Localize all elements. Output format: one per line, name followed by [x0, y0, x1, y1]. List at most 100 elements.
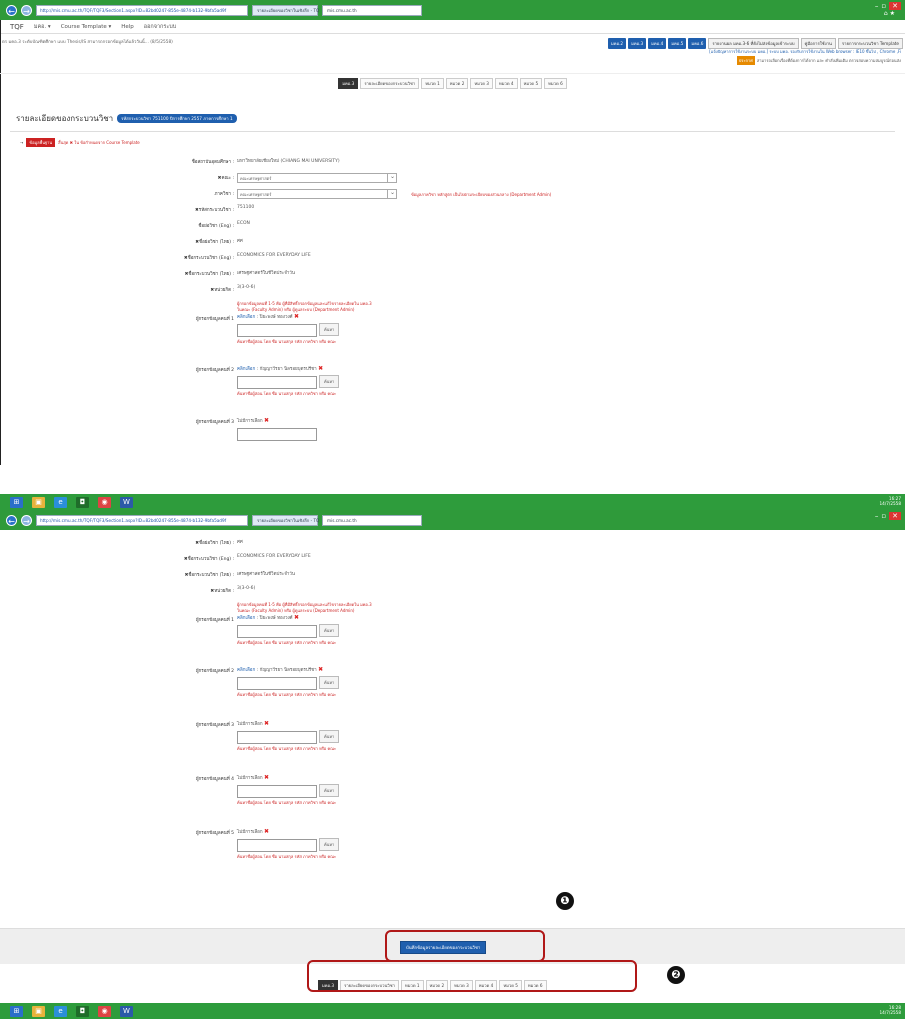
app-menubar: TQF มคอ. ▾ Course Template ▾ Help ออกจาก… [0, 20, 905, 34]
start-icon[interactable]: ⊞ [10, 496, 23, 508]
dept-select[interactable]: คณะเศรษฐศาสตร์ [237, 189, 397, 199]
forward-icon[interactable]: → [21, 514, 32, 526]
tab-section-3[interactable]: หมวด 3 [470, 77, 493, 89]
back-icon[interactable]: ← [6, 514, 17, 526]
menu-item-logout[interactable]: ออกจากระบบ [144, 23, 176, 31]
value-name-eng: ECONOMICS FOR EVERYDAY LIFE [237, 554, 311, 559]
row-credit: ✖หน่วยกิต : 3(3-0-6) [0, 586, 905, 596]
value-name-th: เศรษฐศาสตร์ในชีวิตประจำวัน [237, 572, 295, 577]
notice-row: ประกาศ สามารถเลือกเรื่องที่ต้องการได้จาก… [736, 56, 901, 65]
start-icon[interactable]: ⊞ [10, 1005, 23, 1017]
tqf3-button[interactable]: มคอ.3 [628, 38, 647, 49]
remove-icon[interactable]: ✖ [294, 614, 299, 621]
forward-icon[interactable]: → [21, 4, 32, 16]
menu-item-tqf[interactable]: มคอ. ▾ [34, 23, 51, 31]
tab-course-detail[interactable]: รายละเอียดของกระบวนวิชา [360, 77, 420, 89]
instructor-search-input-3[interactable] [237, 731, 317, 744]
row-abbr-th: ✖ชื่อย่อวิชา (ไทย) : ศศ [0, 237, 905, 247]
row-faculty: ✖คณะ : คณะเศรษฐศาสตร์ [0, 173, 905, 183]
instructor-search-input-1[interactable] [237, 324, 317, 337]
maximize-icon[interactable]: ▫ [881, 512, 886, 520]
instructor-search-input-2[interactable] [237, 376, 317, 389]
app-logo[interactable]: TQF [10, 23, 24, 31]
app-icon[interactable]: ◘ [76, 1005, 89, 1017]
page-title: รายละเอียดของกระบวนวิชา [16, 114, 114, 123]
status-tags: → ข้อมูลพื้นฐาน สิ้นสุด ✖ ใน ข้อกำหนดจาก… [20, 138, 905, 147]
word-icon[interactable]: W [120, 496, 133, 508]
label-abbr-th: ✖ชื่อย่อวิชา (ไทย) : [195, 240, 234, 245]
tqf6-button[interactable]: มคอ.6 [688, 38, 707, 49]
tab-section-4[interactable]: หมวด 4 [494, 77, 518, 89]
minimize-icon[interactable]: – [875, 512, 879, 520]
chrome-icon[interactable]: ◉ [98, 496, 111, 508]
address-bar[interactable]: http://mis.cmu.ac.th/TQF/TQF3/Section1.a… [36, 4, 248, 16]
remove-icon[interactable]: ✖ [318, 666, 323, 673]
browser-tab-1[interactable]: รายละเอียดของวิชาในเชิงลึก - TQ [252, 4, 319, 16]
remove-icon[interactable]: ✖ [264, 828, 269, 835]
app-icon[interactable]: ◘ [76, 496, 89, 508]
search-button-2[interactable]: ค้นหา [319, 375, 340, 388]
value-code: 751100 [237, 205, 255, 210]
search-button-2[interactable]: ค้นหา [319, 676, 340, 689]
search-button-3[interactable]: ค้นหา [319, 730, 340, 743]
tab-section-5[interactable]: หมวด 5 [519, 77, 543, 89]
instructor-search-input-1[interactable] [237, 625, 317, 638]
address-bar[interactable]: http://mis.cmu.ac.th/TQF/TQF3/Section1.a… [36, 514, 248, 526]
tab-section-1[interactable]: หมวด 1 [421, 77, 444, 89]
row-instructor-3: ผู้กรอกข้อมูลคนที่ 3 ไม่มีการเลือก ✖ ค้น… [0, 720, 905, 768]
label-name-eng: ✖ชื่อกระบวนวิชา (Eng) : [183, 256, 234, 261]
back-icon[interactable]: ← [6, 4, 17, 16]
instructor-search-input-5[interactable] [237, 839, 317, 852]
explorer-icon[interactable]: ▣ [32, 1005, 45, 1017]
remove-icon[interactable]: ✖ [318, 365, 323, 372]
tab-tqf3[interactable]: มคอ.3 [338, 77, 359, 89]
search-button-1[interactable]: ค้นหา [319, 323, 340, 336]
system-clock: 16:28 14/7/2558 [879, 1005, 901, 1015]
remove-icon[interactable]: ✖ [264, 774, 269, 781]
row-instructor-2: ผู้กรอกข้อมูลคนที่ 2 คลิกเลือก : กัญญาวี… [0, 365, 905, 411]
window-controls: – ▫ ✕ [875, 2, 901, 10]
search-hint-4: ค้นหาชื่อผู้สอน โดย ชื่อ นามสกุล รหัส ภา… [237, 800, 337, 805]
instructor-search-input-3[interactable] [237, 428, 317, 441]
menu-item-help[interactable]: Help [121, 24, 134, 30]
menu-item-course-template[interactable]: Course Template ▾ [61, 24, 112, 30]
instructor-search-input-4[interactable] [237, 785, 317, 798]
maximize-icon[interactable]: ▫ [881, 2, 886, 10]
instructor-search-input-2[interactable] [237, 677, 317, 690]
remove-icon[interactable]: ✖ [264, 720, 269, 727]
word-icon[interactable]: W [120, 1005, 133, 1017]
tqf4-button[interactable]: มคอ.4 [648, 38, 667, 49]
windows-taskbar-2: ⊞ ▣ e ◘ ◉ W 16:28 14/7/2558 [0, 1003, 905, 1019]
browser-tab-2[interactable]: mis.cmu.ac.th [322, 514, 422, 526]
explorer-icon[interactable]: ▣ [32, 496, 45, 508]
basic-info-tag[interactable]: ข้อมูลพื้นฐาน [26, 138, 56, 147]
row-instructor-1: ผู้กรอกข้อมูลคนที่ 1 ผู้กรอกข้อมูลคนที่ … [0, 301, 905, 359]
remove-icon[interactable]: ✖ [294, 313, 299, 320]
search-button-1[interactable]: ค้นหา [319, 624, 340, 637]
row-instructor-3: ผู้กรอกข้อมูลคนที่ 3 ไม่มีการเลือก ✖ [0, 417, 905, 443]
row-credit: ✖หน่วยกิต : 3(3-0-6) [0, 285, 905, 295]
search-button-4[interactable]: ค้นหา [319, 784, 340, 797]
dept-hint: ข้อมูลภาควิชา หลักสูตร เป็นไปตามระเบียบข… [411, 192, 552, 197]
tab-section-2[interactable]: หมวด 2 [445, 77, 469, 89]
tqf5-button[interactable]: มคอ.5 [668, 38, 687, 49]
browser-tab-2[interactable]: mis.cmu.ac.th [322, 4, 422, 16]
minimize-icon[interactable]: – [875, 2, 879, 10]
close-icon[interactable]: ✕ [889, 2, 901, 10]
chrome-icon[interactable]: ◉ [98, 1005, 111, 1017]
close-icon[interactable]: ✕ [889, 512, 901, 520]
tqf2-button[interactable]: มคอ.2 [608, 38, 627, 49]
faculty-select[interactable]: คณะเศรษฐศาสตร์ [237, 173, 397, 183]
browser-tab-1[interactable]: รายละเอียดของวิชาในเชิงลึก - TQ [252, 514, 319, 526]
ie-icon[interactable]: e [54, 1005, 67, 1017]
row-name-th: ✖ชื่อกระบวนวิชา (ไทย) : เศรษฐศาสตร์ในชีว… [0, 269, 905, 279]
tab-section-6[interactable]: หมวด 6 [544, 77, 567, 89]
search-hint-2: ค้นหาชื่อผู้สอน โดย ชื่อ นามสกุล รหัส ภา… [237, 391, 337, 396]
value-abbr-th: ศศ [237, 540, 243, 545]
search-button-5[interactable]: ค้นหา [319, 838, 340, 851]
remove-icon[interactable]: ✖ [264, 417, 269, 424]
favorites-icon[interactable]: ⌂ ★ [884, 10, 895, 17]
value-university: มหาวิทยาลัยเชียงใหม่ (CHIANG MAI UNIVERS… [237, 159, 340, 164]
divider [10, 131, 895, 132]
ie-icon[interactable]: e [54, 496, 67, 508]
